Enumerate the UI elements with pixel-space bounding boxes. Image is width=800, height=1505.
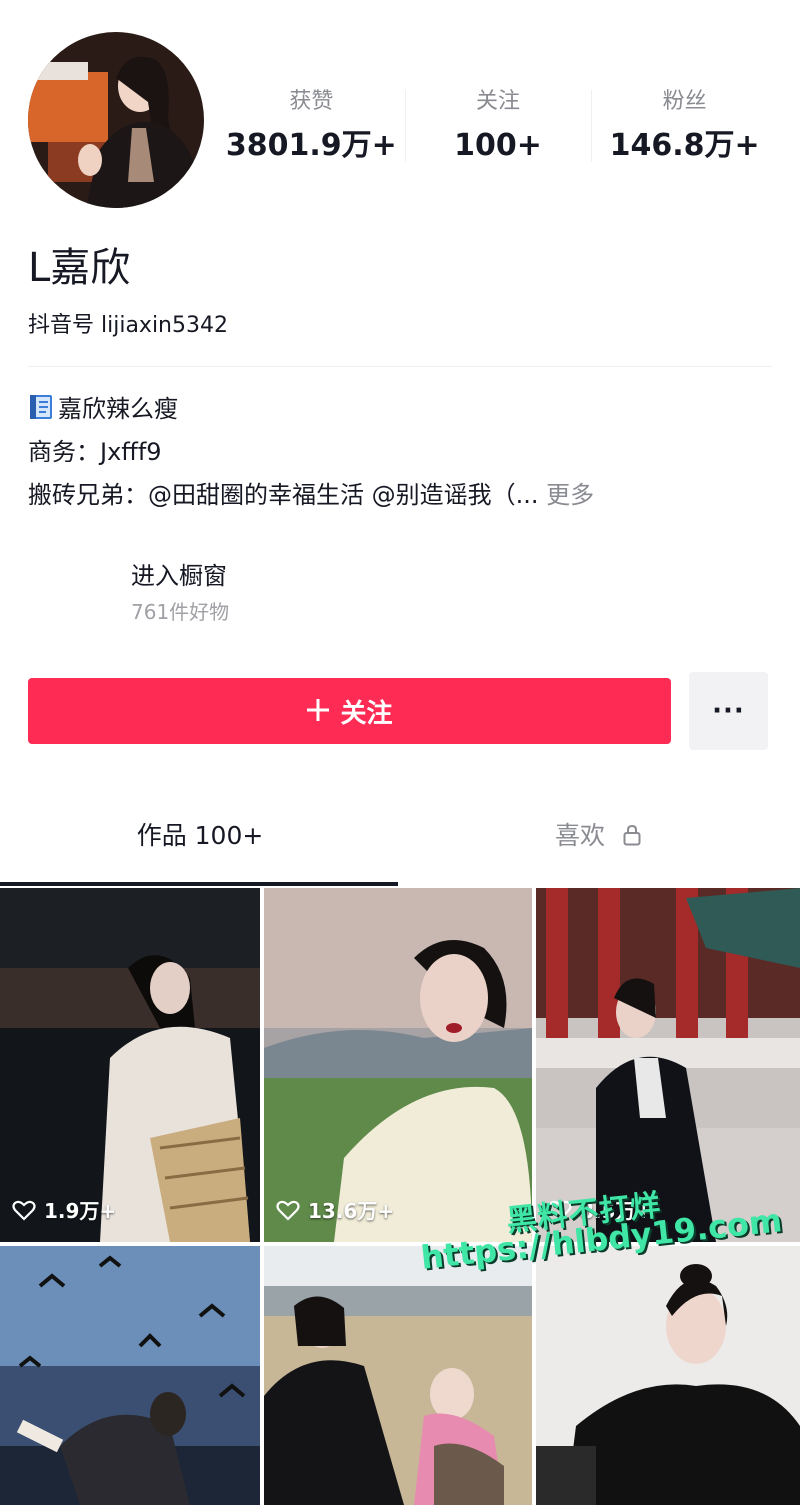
- tab-likes-label: 喜欢: [555, 821, 606, 850]
- lock-icon: [623, 818, 641, 846]
- stat-label: 获赞: [289, 89, 334, 114]
- more-dots-icon: ···: [712, 696, 745, 726]
- bio-line-3: 搬砖兄弟：@田甜圈的幸福生活 @别造谣我（... 更多: [28, 474, 772, 517]
- shop-title: 进入橱窗: [131, 562, 227, 590]
- video-thumbnail[interactable]: [0, 1246, 260, 1505]
- bio: 嘉欣辣么瘦 商务：Jxfff9 搬砖兄弟：@田甜圈的幸福生活 @别造谣我（...…: [28, 388, 772, 517]
- stat-following[interactable]: 关注 100+: [404, 86, 592, 168]
- stats-row: 获赞 3801.9万+ 关注 100+ 粉丝 146.8万+: [218, 86, 778, 168]
- stat-label: 关注: [476, 89, 521, 114]
- heart-icon: [276, 1200, 300, 1221]
- video-likes: 13.6万+: [276, 1195, 394, 1224]
- shop-window-entry[interactable]: 进入橱窗 761件好物: [131, 558, 229, 628]
- video-likes-count: 1.9万+: [44, 1199, 117, 1223]
- stat-likes[interactable]: 获赞 3801.9万+: [218, 86, 405, 168]
- follow-label: 关注: [340, 698, 393, 729]
- plus-icon: [306, 694, 330, 728]
- bio-text: 嘉欣辣么瘦: [58, 395, 178, 423]
- heart-icon: [548, 1200, 572, 1221]
- video-likes: 1.9万+: [12, 1195, 116, 1224]
- tab-likes[interactable]: 喜欢: [398, 816, 798, 856]
- divider: [28, 366, 772, 367]
- douyin-id: 抖音号 lijiaxin5342: [28, 313, 228, 338]
- bio-line-2: 商务：Jxfff9: [28, 438, 162, 466]
- profile-header: 获赞 3801.9万+ 关注 100+ 粉丝 146.8万+: [28, 32, 772, 212]
- tab-works[interactable]: 作品 100+: [0, 816, 400, 856]
- book-icon: [28, 392, 54, 420]
- stat-followers[interactable]: 粉丝 146.8万+: [591, 86, 778, 168]
- video-thumbnail[interactable]: 8.5万+: [536, 888, 800, 1242]
- bio-text: 搬砖兄弟：@田甜圈的幸福生活 @别造谣我（...: [28, 481, 539, 509]
- more-options-button[interactable]: ···: [689, 672, 768, 750]
- video-thumbnail[interactable]: 13.6万+: [264, 888, 532, 1242]
- profile-tabs: 作品 100+ 喜欢: [0, 800, 800, 886]
- follow-button[interactable]: 关注: [28, 678, 671, 744]
- stat-label: 粉丝: [662, 89, 707, 114]
- video-grid: 1.9万+ 13.6万+ 8.5万+: [0, 888, 800, 1505]
- heart-icon: [12, 1200, 36, 1221]
- video-thumbnail[interactable]: 1.9万+: [0, 888, 260, 1242]
- avatar[interactable]: [28, 32, 204, 208]
- bio-line-1: 嘉欣辣么瘦: [28, 388, 772, 431]
- stat-value: 3801.9万+: [225, 128, 397, 163]
- video-likes-count: 13.6万+: [308, 1199, 395, 1223]
- tab-active-indicator: [0, 882, 398, 886]
- video-likes-count: 8.5万+: [580, 1199, 653, 1223]
- video-thumbnail[interactable]: [536, 1246, 800, 1505]
- bio-more-link[interactable]: 更多: [546, 481, 594, 509]
- nickname: L嘉欣: [28, 245, 131, 291]
- stat-value: 146.8万+: [609, 128, 760, 163]
- shop-subtitle: 761件好物: [131, 600, 230, 624]
- tab-works-label: 作品 100+: [136, 821, 264, 850]
- video-thumbnail[interactable]: [264, 1246, 532, 1505]
- video-likes: 8.5万+: [548, 1195, 652, 1224]
- stat-value: 100+: [454, 128, 542, 163]
